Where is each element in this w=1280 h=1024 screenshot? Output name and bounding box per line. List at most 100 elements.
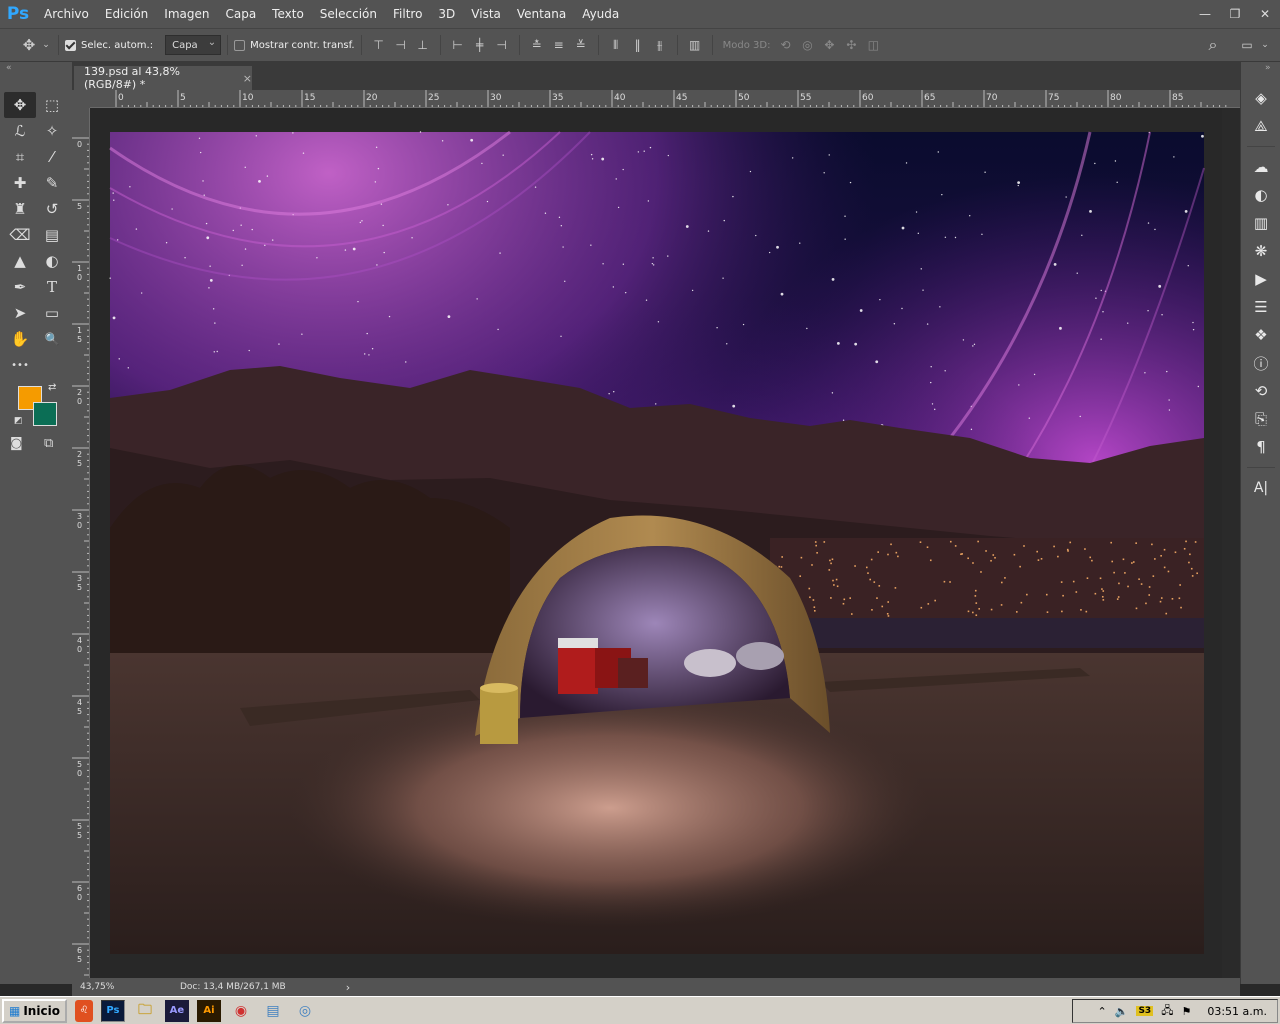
clone-stamp-tool-icon[interactable]: ♜	[4, 196, 36, 222]
notepad-icon[interactable]: ▤	[261, 1000, 285, 1022]
close-tab-icon[interactable]: ×	[243, 72, 252, 85]
zoom-tool-icon[interactable]: 🔍	[36, 326, 68, 352]
distribute-bottom-icon[interactable]: ≚	[570, 34, 592, 56]
network-icon[interactable]: 🖧	[1161, 1002, 1173, 1021]
after-effects-icon[interactable]: Ae	[164, 999, 189, 1022]
menu-imagen[interactable]: Imagen	[156, 0, 217, 28]
restore-button[interactable]: ❐	[1220, 0, 1250, 28]
menu-ventana[interactable]: Ventana	[509, 0, 574, 28]
file-explorer-icon[interactable]: 🗀	[133, 1000, 157, 1022]
background-color-swatch[interactable]	[33, 402, 57, 426]
vertical-scrollbar[interactable]	[1222, 108, 1240, 978]
path-selection-tool-icon[interactable]: ➤	[4, 300, 36, 326]
canvas-area[interactable]	[90, 108, 1222, 978]
horizontal-ruler[interactable]: 0 5 10 15 20 25 30 35 40 45 50 55 60 65 70 75 80 85	[90, 90, 1240, 108]
info-icon[interactable]: ⓘ	[1241, 349, 1280, 377]
ruler-origin[interactable]	[72, 90, 90, 108]
menu-seleccion[interactable]: Selección	[312, 0, 385, 28]
illustrator-icon[interactable]: Ai	[196, 999, 221, 1022]
workspace-chevron-icon[interactable]: ⌄	[1258, 34, 1272, 56]
align-vcenter-icon[interactable]: ⊣	[390, 34, 412, 56]
menu-ayuda[interactable]: Ayuda	[574, 0, 627, 28]
history-brush-tool-icon[interactable]: ↺	[36, 196, 68, 222]
expand-panel-icon[interactable]: »	[1265, 63, 1271, 73]
document-tab[interactable]: 139.psd al 43,8% (RGB/8#) * ×	[74, 65, 252, 91]
paths-icon[interactable]: ⟁	[1241, 112, 1280, 140]
distribute-right-icon[interactable]: ⫵	[649, 34, 671, 56]
menu-capa[interactable]: Capa	[217, 0, 264, 28]
paint-icon[interactable]: ◎	[293, 1000, 317, 1022]
roll-3d-icon[interactable]: ◎	[796, 34, 818, 56]
menu-vista[interactable]: Vista	[463, 0, 509, 28]
eyedropper-tool-icon[interactable]: ⁄	[36, 144, 68, 170]
tray-expand-icon[interactable]: ⌃	[1098, 1005, 1107, 1018]
clock[interactable]: 03:51 a.m.	[1207, 1005, 1267, 1018]
swap-colors-icon[interactable]: ⇄	[48, 382, 56, 393]
workspace-icon[interactable]: ▭	[1236, 34, 1258, 56]
histogram-icon[interactable]: ▥	[1241, 209, 1280, 237]
color-icon[interactable]: ❖	[1241, 321, 1280, 349]
photoshop-taskbar-icon[interactable]: Ps	[100, 999, 125, 1022]
distribute-hcenter-icon[interactable]: ‖	[627, 34, 649, 56]
marquee-tool-icon[interactable]: ⬚	[36, 92, 68, 118]
brush-tool-icon[interactable]: ✎	[36, 170, 68, 196]
menu-edicion[interactable]: Edición	[97, 0, 156, 28]
move-tool-preset-icon[interactable]: ✥	[18, 34, 40, 56]
close-window-button[interactable]: ✕	[1250, 0, 1280, 28]
actions-icon[interactable]: ▶	[1241, 265, 1280, 293]
gradient-tool-icon[interactable]: ▤	[36, 222, 68, 248]
status-menu-arrow-icon[interactable]: ›	[346, 981, 350, 994]
paragraph-icon[interactable]: ¶	[1241, 433, 1280, 461]
collapse-panel-icon[interactable]: «	[6, 63, 12, 73]
auto-select-checkbox[interactable]	[65, 39, 76, 51]
tray-app-badge[interactable]: S3	[1136, 1006, 1154, 1016]
distribute-left-icon[interactable]: ⫴	[605, 34, 627, 56]
slide-3d-icon[interactable]: ✣	[840, 34, 862, 56]
default-colors-icon[interactable]: ◩	[14, 416, 23, 426]
pan-3d-icon[interactable]: ✥	[818, 34, 840, 56]
libraries-icon[interactable]: ☁	[1241, 153, 1280, 181]
layers-icon[interactable]: ◈	[1241, 84, 1280, 112]
distribute-top-icon[interactable]: ≛	[526, 34, 548, 56]
more-tools-icon[interactable]: •••	[4, 352, 36, 378]
menu-3d[interactable]: 3D	[430, 0, 463, 28]
chevron-down-icon[interactable]: ⌄	[40, 34, 52, 56]
properties-icon[interactable]: ☰	[1241, 293, 1280, 321]
blur-tool-icon[interactable]: ▲	[4, 248, 36, 274]
pen-tool-icon[interactable]: ✒	[4, 274, 36, 300]
menu-filtro[interactable]: Filtro	[385, 0, 430, 28]
brave-icon[interactable]: ♌	[74, 999, 93, 1022]
distribute-vcenter-icon[interactable]: ≡	[548, 34, 570, 56]
magic-wand-tool-icon[interactable]: ✧	[36, 118, 68, 144]
vertical-ruler[interactable]: 05101520253035404550556065	[72, 108, 90, 978]
start-button[interactable]: ▦ Inicio	[2, 998, 67, 1023]
scale-3d-icon[interactable]: ◫	[862, 34, 884, 56]
navigator-icon[interactable]: ❋	[1241, 237, 1280, 265]
align-right-icon[interactable]: ⊣	[491, 34, 513, 56]
search-icon[interactable]: ⌕	[1202, 34, 1224, 56]
align-left-icon[interactable]: ⊢	[447, 34, 469, 56]
channels-icon[interactable]: ⎘	[1241, 405, 1280, 433]
minimize-button[interactable]: —	[1190, 0, 1220, 28]
hand-tool-icon[interactable]: ✋	[4, 326, 36, 352]
dodge-tool-icon[interactable]: ◐	[36, 248, 68, 274]
quick-mask-icon[interactable]: ◙	[10, 436, 23, 451]
align-bottom-icon[interactable]: ⊥	[412, 34, 434, 56]
align-hcenter-icon[interactable]: ╪	[469, 34, 491, 56]
character-icon[interactable]: A|	[1241, 474, 1280, 502]
eraser-tool-icon[interactable]: ⌫	[4, 222, 36, 248]
screen-mode-icon[interactable]: ⧉	[44, 436, 53, 451]
volume-icon[interactable]: 🔈	[1115, 1005, 1129, 1018]
orbit-3d-icon[interactable]: ⟲	[774, 34, 796, 56]
healing-brush-tool-icon[interactable]: ✚	[4, 170, 36, 196]
move-tool-icon[interactable]: ✥	[4, 92, 36, 118]
crop-tool-icon[interactable]: ⌗	[4, 144, 36, 170]
lasso-tool-icon[interactable]: ℒ	[4, 118, 36, 144]
adjustments-icon[interactable]: ◐	[1241, 181, 1280, 209]
auto-select-target-select[interactable]: Capa	[165, 35, 222, 55]
chrome-icon[interactable]: ◉	[229, 1000, 253, 1022]
align-top-icon[interactable]: ⊤	[368, 34, 390, 56]
history-icon[interactable]: ⟲	[1241, 377, 1280, 405]
text-tool-icon[interactable]: T	[36, 274, 68, 300]
menu-texto[interactable]: Texto	[264, 0, 312, 28]
